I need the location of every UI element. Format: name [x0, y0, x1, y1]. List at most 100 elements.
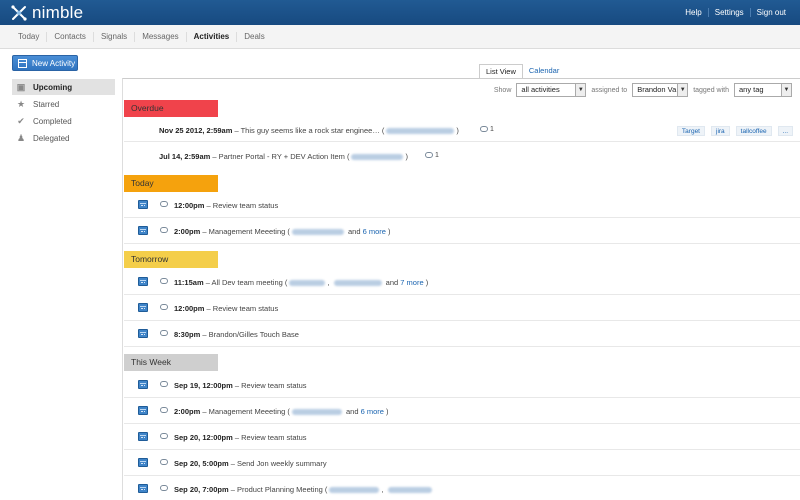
comment-icon[interactable] [160, 201, 168, 207]
assigned-label: assigned to [591, 86, 628, 94]
filter-bar: Show all activities ▼ assigned to Brando… [494, 83, 792, 97]
comment-icon[interactable] [160, 304, 168, 310]
list-item[interactable]: Sep 19, 12:00pm – Review team status [124, 372, 800, 398]
list-item[interactable]: Sep 20, 12:00pm – Review team status [124, 424, 800, 450]
sign-out-link[interactable]: Sign out [749, 8, 792, 17]
tab-list-view[interactable]: List View [479, 64, 523, 79]
more-link[interactable]: 6 more [363, 227, 386, 236]
calendar-icon [138, 380, 148, 389]
sidebar-item-completed[interactable]: ✔ Completed [12, 113, 115, 129]
calendar-icon [138, 406, 148, 415]
list-item[interactable]: 8:30pm – Brandon/Gilles Touch Base [124, 321, 800, 347]
tab-today[interactable]: Today [11, 31, 48, 42]
show-select[interactable]: all activities ▼ [516, 83, 587, 97]
comment-icon[interactable] [480, 126, 488, 132]
list-item[interactable]: Nov 25 2012, 2:59am – This guy seems lik… [124, 118, 800, 142]
comment-count: 1 [490, 126, 494, 133]
calendar-icon [138, 277, 148, 286]
sidebar-item-starred[interactable]: ★ Starred [12, 96, 115, 112]
activity-text[interactable]: 11:15am – All Dev team meeting (, and 7 … [174, 278, 428, 287]
comment-icon[interactable] [160, 227, 168, 233]
section-tomorrow: Tomorrow [124, 251, 218, 268]
calendar-icon [138, 226, 148, 235]
calendar-icon [138, 432, 148, 441]
comment-icon[interactable] [160, 407, 168, 413]
comment-count: 1 [435, 152, 439, 159]
comment-icon[interactable] [160, 381, 168, 387]
list-item[interactable]: 12:00pm – Review team status [124, 295, 800, 321]
tag[interactable]: ... [777, 126, 793, 136]
section-this-week: This Week [124, 354, 218, 371]
activity-text[interactable]: 12:00pm – Review team status [174, 201, 278, 210]
tab-activities[interactable]: Activities [187, 31, 238, 42]
list-item[interactable]: 12:00pm – Review team status [124, 192, 800, 218]
calendar-icon [138, 303, 148, 312]
activity-text[interactable]: Sep 20, 7:00pm – Product Planning Meetin… [174, 485, 434, 494]
calendar-icon [138, 329, 148, 338]
show-select-value: all activities [521, 85, 560, 94]
sidebar: ▣ Upcoming ★ Starred ✔ Completed ♟ Deleg… [12, 79, 115, 147]
activity-text[interactable]: 12:00pm – Review team status [174, 304, 278, 313]
activity-list-panel: Show all activities ▼ assigned to Brando… [122, 78, 800, 500]
tab-messages[interactable]: Messages [135, 31, 187, 42]
list-item[interactable]: Sep 20, 7:00pm – Product Planning Meetin… [124, 476, 800, 500]
settings-link[interactable]: Settings [707, 8, 750, 17]
check-icon: ✔ [17, 115, 25, 126]
more-link[interactable]: 7 more [400, 278, 423, 287]
tag[interactable]: Target [676, 126, 705, 136]
tab-deals[interactable]: Deals [237, 32, 271, 42]
list-item[interactable]: 2:00pm – Management Meeeting ( and 6 mor… [124, 398, 800, 424]
comment-icon[interactable] [425, 152, 433, 158]
tag[interactable]: jira [711, 126, 730, 136]
top-bar: nimble Help Settings Sign out [0, 0, 800, 25]
activity-text[interactable]: 2:00pm – Management Meeeting ( and 6 mor… [174, 227, 391, 236]
tagged-label: tagged with [693, 86, 729, 94]
tag-list: Target jira tallcoffee ... [671, 126, 793, 136]
assigned-select-value: Brandon Va [637, 85, 677, 94]
list-item[interactable]: Sep 20, 5:00pm – Send Jon weekly summary [124, 450, 800, 476]
help-link[interactable]: Help [679, 8, 707, 17]
view-tabs: List View Calendar [479, 64, 565, 79]
tab-contacts[interactable]: Contacts [47, 31, 94, 42]
sidebar-item-label: Completed [33, 116, 72, 126]
nimble-logo-icon [11, 4, 27, 21]
activity-text[interactable]: 8:30pm – Brandon/Gilles Touch Base [174, 330, 299, 339]
calendar-icon [138, 200, 148, 209]
activity-text[interactable]: Sep 20, 12:00pm – Review team status [174, 433, 307, 442]
calendar-icon [138, 484, 148, 493]
more-link[interactable]: 6 more [361, 407, 384, 416]
sidebar-item-upcoming[interactable]: ▣ Upcoming [12, 79, 115, 95]
tab-signals[interactable]: Signals [94, 31, 136, 42]
section-today: Today [124, 175, 218, 192]
new-activity-button[interactable]: New Activity [12, 55, 78, 71]
tagged-select[interactable]: any tag ▼ [734, 83, 792, 97]
activity-text[interactable]: Sep 20, 5:00pm – Send Jon weekly summary [174, 459, 327, 468]
inbox-icon: ▣ [16, 81, 26, 92]
tab-calendar[interactable]: Calendar [523, 64, 565, 79]
assigned-select[interactable]: Brandon Va ▼ [632, 83, 689, 97]
star-icon: ★ [16, 98, 26, 109]
tag[interactable]: tallcoffee [735, 126, 772, 136]
activity-text[interactable]: Nov 25 2012, 2:59am – This guy seems lik… [159, 126, 459, 135]
list-item[interactable]: 11:15am – All Dev team meeting (, and 7 … [124, 269, 800, 295]
chevron-down-icon: ▼ [575, 84, 586, 96]
calendar-icon [138, 458, 148, 467]
show-label: Show [493, 86, 512, 94]
comment-icon[interactable] [160, 278, 168, 284]
people-icon: ♟ [16, 132, 26, 143]
sidebar-item-label: Upcoming [33, 82, 73, 92]
comment-icon[interactable] [160, 433, 168, 439]
list-item[interactable]: 2:00pm – Management Meeeting ( and 6 mor… [124, 218, 800, 244]
sidebar-item-delegated[interactable]: ♟ Delegated [12, 130, 115, 146]
comment-icon[interactable] [160, 485, 168, 491]
list-item[interactable]: Jul 14, 2:59am – Partner Portal - RY + D… [124, 142, 800, 170]
activity-text[interactable]: 2:00pm – Management Meeeting ( and 6 mor… [174, 407, 389, 416]
comment-icon[interactable] [160, 459, 168, 465]
main-nav: Today Contacts Signals Messages Activiti… [0, 25, 800, 49]
logo[interactable]: nimble [10, 3, 83, 22]
comment-icon[interactable] [160, 330, 168, 336]
activity-text[interactable]: Sep 19, 12:00pm – Review team status [174, 381, 307, 390]
chevron-down-icon: ▼ [677, 84, 688, 96]
activity-text[interactable]: Jul 14, 2:59am – Partner Portal - RY + D… [159, 152, 408, 161]
logo-text: nimble [32, 2, 84, 22]
